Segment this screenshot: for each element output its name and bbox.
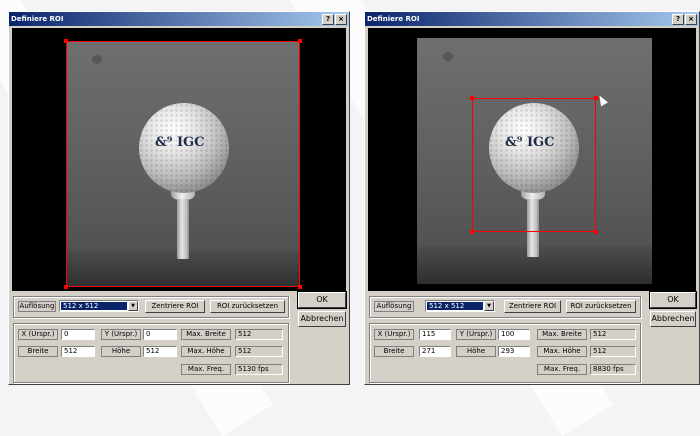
ok-button[interactable]: OK [649, 291, 697, 309]
close-button[interactable]: × [335, 14, 347, 25]
roi-handle-bottom-right[interactable] [298, 285, 302, 289]
max-width-value: 512 [235, 329, 283, 340]
height-input[interactable]: 293 [498, 346, 530, 357]
cancel-button[interactable]: Abbrechen [298, 311, 346, 327]
max-width-value: 512 [590, 329, 636, 340]
x-origin-input[interactable]: 0 [61, 329, 95, 340]
height-input[interactable]: 512 [143, 346, 177, 357]
roi-handle-top-right[interactable] [298, 39, 302, 43]
max-height-label: Max. Höhe [181, 346, 231, 357]
resolution-label: Auflösung [374, 301, 414, 312]
ball-logo: &⁹ IGC [155, 135, 205, 150]
ball-logo: &⁹ IGC [505, 135, 555, 150]
height-label: Höhe [101, 346, 141, 357]
define-roi-dialog-full: Definiere ROI ? × &⁹ IGC Auflösung 512 x… [8, 11, 350, 385]
roi-handle-bottom-left[interactable] [470, 230, 474, 234]
dialog-title: Definiere ROI [367, 15, 420, 23]
max-width-label: Max. Breite [537, 329, 587, 340]
y-origin-input[interactable]: 100 [498, 329, 530, 340]
resolution-select[interactable]: 512 x 512 ▼ [59, 300, 139, 312]
center-roi-button[interactable]: Zentriere ROI [504, 300, 561, 313]
resolution-select[interactable]: 512 x 512 ▼ [425, 300, 495, 312]
title-bar[interactable]: Definiere ROI ? × [365, 12, 699, 26]
dialog-title: Definiere ROI [11, 15, 64, 23]
image-viewport[interactable]: &⁹ IGC [12, 28, 346, 291]
max-width-label: Max. Breite [181, 329, 231, 340]
height-label: Höhe [456, 346, 496, 357]
roi-handle-bottom-right[interactable] [594, 230, 598, 234]
roi-handle-top-left[interactable] [470, 96, 474, 100]
x-origin-input[interactable]: 115 [419, 329, 451, 340]
resolution-value: 512 x 512 [427, 302, 483, 310]
title-bar[interactable]: Definiere ROI ? × [9, 12, 349, 26]
y-origin-label: Y (Urspr.) [101, 329, 141, 340]
max-height-value: 512 [235, 346, 283, 357]
resolution-value: 512 x 512 [61, 302, 127, 310]
roi-rectangle[interactable] [472, 98, 596, 232]
roi-rectangle[interactable] [66, 41, 300, 287]
chevron-down-icon[interactable]: ▼ [484, 301, 494, 311]
help-button[interactable]: ? [672, 14, 684, 25]
cancel-button[interactable]: Abbrechen [650, 311, 696, 327]
max-freq-value: 5130 fps [235, 364, 283, 375]
image-viewport[interactable]: &⁹ IGC [368, 28, 696, 291]
center-roi-button[interactable]: Zentriere ROI [145, 300, 205, 313]
sensor-smudge [443, 52, 453, 61]
x-origin-label: X (Urspr.) [374, 329, 414, 340]
width-label: Breite [18, 346, 58, 357]
y-origin-label: Y (Urspr.) [456, 329, 496, 340]
width-input[interactable]: 512 [61, 346, 95, 357]
close-button[interactable]: × [685, 14, 697, 25]
max-height-value: 512 [590, 346, 636, 357]
max-freq-label: Max. Freq. [537, 364, 587, 375]
reset-roi-button[interactable]: ROI zurücksetzen [210, 300, 285, 313]
x-origin-label: X (Urspr.) [18, 329, 58, 340]
max-freq-label: Max. Freq. [181, 364, 231, 375]
help-button[interactable]: ? [322, 14, 334, 25]
width-input[interactable]: 271 [419, 346, 451, 357]
chevron-down-icon[interactable]: ▼ [128, 301, 138, 311]
roi-handle-top-left[interactable] [64, 39, 68, 43]
define-roi-dialog-cropped: Definiere ROI ? × &⁹ IGC Auflösung 512 x… [364, 11, 700, 385]
resolution-label: Auflösung [18, 301, 56, 312]
max-height-label: Max. Höhe [537, 346, 587, 357]
max-freq-value: 8830 fps [590, 364, 636, 375]
ok-button[interactable]: OK [297, 291, 347, 309]
roi-handle-bottom-left[interactable] [64, 285, 68, 289]
y-origin-input[interactable]: 0 [143, 329, 177, 340]
reset-roi-button[interactable]: ROI zurücksetzen [566, 300, 636, 313]
width-label: Breite [374, 346, 414, 357]
